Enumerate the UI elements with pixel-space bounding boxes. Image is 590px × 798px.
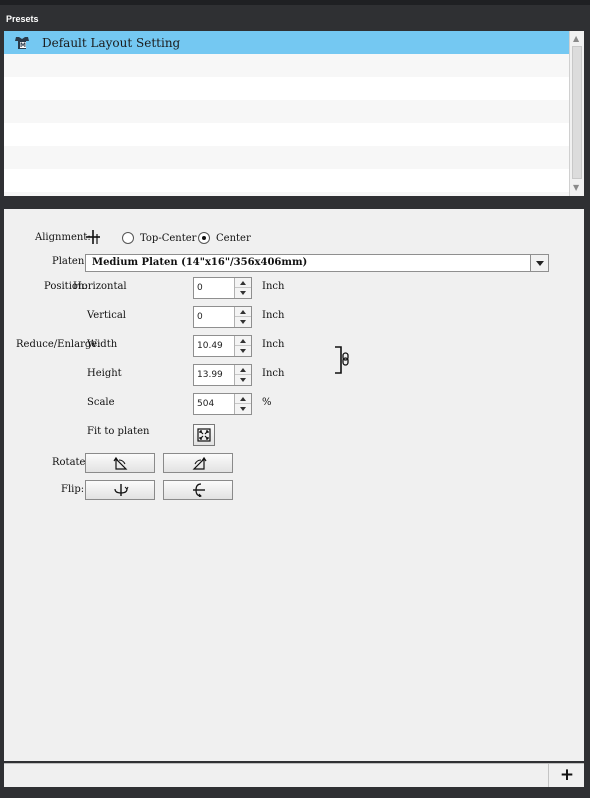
bottom-toolbar: + [4, 763, 584, 787]
preset-empty-row [4, 54, 569, 77]
layout-panel: Alignment: Top-Center Center Platen: Med… [4, 209, 584, 761]
rotate-left-button[interactable] [85, 453, 155, 473]
presets-title: Presets [6, 14, 39, 24]
preset-empty-row [4, 100, 569, 123]
alignment-center-radio[interactable] [198, 232, 210, 244]
fit-to-platen-label: Fit to platen [87, 426, 150, 437]
preset-empty-row [4, 77, 569, 100]
width-down-icon[interactable] [235, 346, 251, 356]
vertical-down-icon[interactable] [235, 317, 251, 327]
height-label: Height [87, 368, 122, 379]
scale-stepper[interactable] [193, 393, 252, 415]
horizontal-label: Horizontal [73, 281, 127, 292]
add-preset-button[interactable]: + [557, 765, 577, 785]
alignment-center-label[interactable]: Center [216, 233, 251, 244]
scale-input[interactable] [194, 394, 234, 414]
preset-icon: M [14, 36, 30, 50]
vertical-unit: Inch [262, 310, 285, 321]
preset-empty-row [4, 192, 569, 196]
horizontal-input[interactable] [194, 278, 234, 298]
chevron-down-icon[interactable] [530, 255, 548, 271]
toolbar-divider [548, 764, 549, 787]
vertical-stepper[interactable] [193, 306, 252, 328]
alignment-top-center-label[interactable]: Top-Center [140, 233, 196, 244]
presets-scrollbar[interactable]: ▲ ▼ [569, 31, 584, 196]
scroll-down-icon[interactable]: ▼ [573, 183, 579, 192]
vertical-up-icon[interactable] [235, 307, 251, 317]
vertical-label: Vertical [87, 310, 126, 321]
rotate-right-button[interactable] [163, 453, 233, 473]
scroll-up-icon[interactable]: ▲ [573, 34, 579, 43]
preset-empty-row [4, 169, 569, 192]
top-strip [0, 0, 590, 5]
horizontal-unit: Inch [262, 281, 285, 292]
platen-select-value: Medium Platen (14"x16"/356x406mm) [92, 257, 308, 268]
height-down-icon[interactable] [235, 375, 251, 385]
width-stepper[interactable] [193, 335, 252, 357]
height-input[interactable] [194, 365, 234, 385]
scrollbar-thumb[interactable] [572, 46, 582, 179]
horizontal-up-icon[interactable] [235, 278, 251, 288]
alignment-label: Alignment: [35, 232, 91, 243]
height-up-icon[interactable] [235, 365, 251, 375]
platen-select[interactable]: Medium Platen (14"x16"/356x406mm) [85, 254, 549, 272]
rotate-left-icon [113, 456, 128, 470]
height-unit: Inch [262, 368, 285, 379]
preset-item-default-layout[interactable]: M Default Layout Setting [4, 31, 569, 54]
svg-text:M: M [20, 42, 26, 49]
scale-down-icon[interactable] [235, 404, 251, 414]
rotate-label: Rotate: [52, 457, 89, 468]
horizontal-down-icon[interactable] [235, 288, 251, 298]
preset-empty-row [4, 123, 569, 146]
aspect-lock-chain-icon[interactable] [333, 345, 353, 378]
alignment-top-center-radio[interactable] [122, 232, 134, 244]
rotate-right-icon [192, 456, 207, 470]
flip-horizontal-button[interactable] [85, 480, 155, 500]
platen-label: Platen: [52, 256, 88, 267]
alignment-crosshair-icon [85, 229, 101, 248]
horizontal-stepper[interactable] [193, 277, 252, 299]
vertical-input[interactable] [194, 307, 234, 327]
width-label: Width [87, 339, 118, 350]
height-stepper[interactable] [193, 364, 252, 386]
width-unit: Inch [262, 339, 285, 350]
width-input[interactable] [194, 336, 234, 356]
fit-to-platen-button[interactable] [193, 424, 215, 446]
preset-item-label: Default Layout Setting [42, 35, 181, 50]
presets-list[interactable]: M Default Layout Setting [4, 31, 569, 196]
flip-label: Flip: [61, 484, 85, 495]
width-up-icon[interactable] [235, 336, 251, 346]
scale-unit: % [262, 397, 272, 408]
flip-vertical-icon [193, 483, 205, 497]
scale-up-icon[interactable] [235, 394, 251, 404]
scale-label: Scale [87, 397, 115, 408]
preset-empty-row [4, 146, 569, 169]
fit-to-platen-icon [197, 428, 211, 442]
flip-vertical-button[interactable] [163, 480, 233, 500]
flip-horizontal-icon [114, 484, 129, 496]
